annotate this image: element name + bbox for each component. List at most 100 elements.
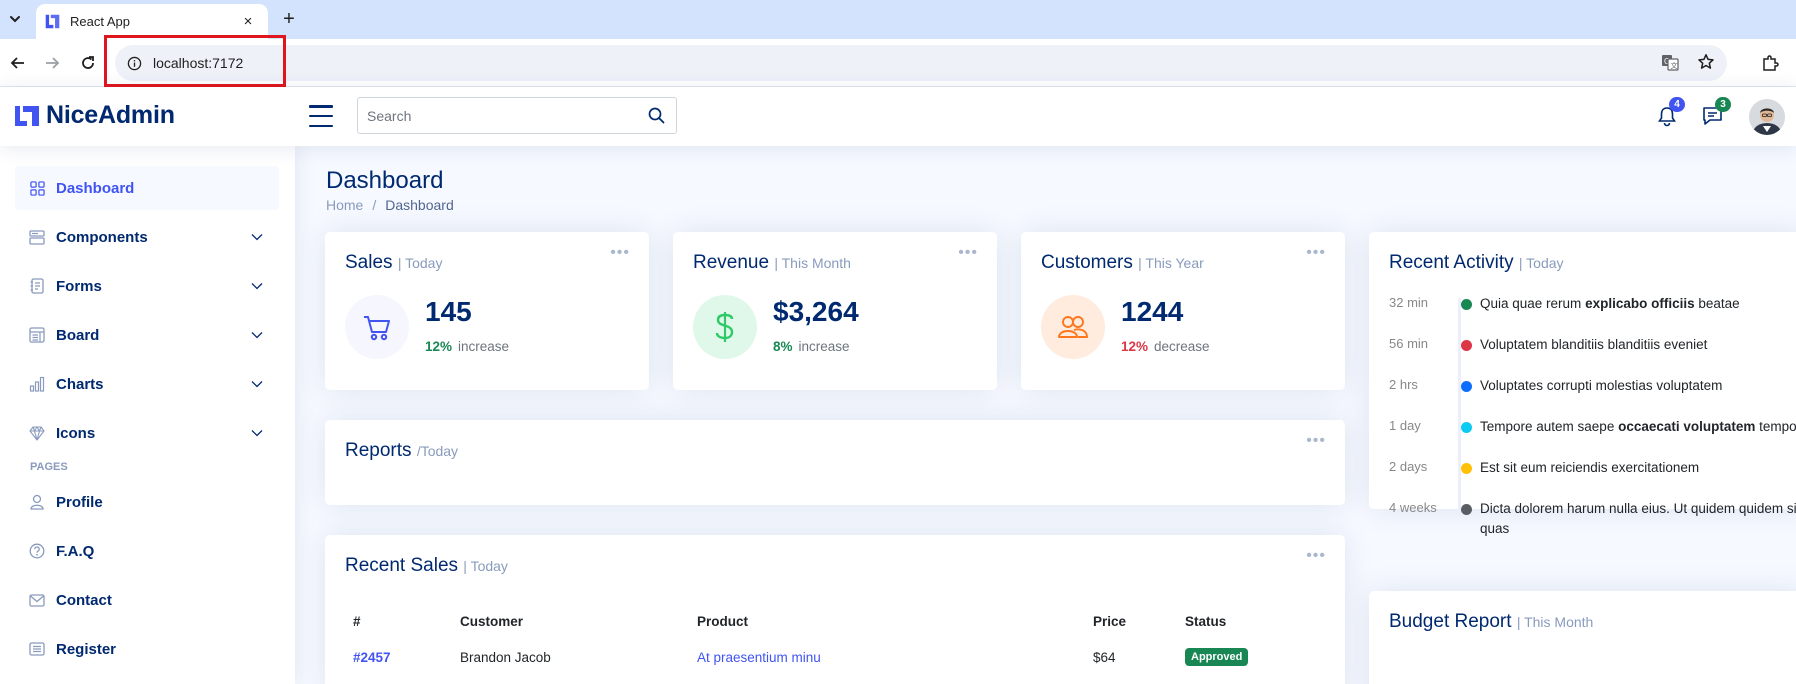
- sidebar-item-label: Board: [56, 326, 100, 344]
- table-row: #2457 Brandon Jacob At praesentium minu …: [345, 639, 1315, 675]
- customers-card: Customers | This Year ••• 1244 12% decrea…: [1021, 232, 1345, 390]
- forward-arrow-icon[interactable]: [38, 49, 66, 77]
- svg-text:文: 文: [1671, 61, 1678, 70]
- activity-text: Quia quae rerum explicabo officiis beata…: [1480, 296, 1740, 311]
- order-id-link[interactable]: #2457: [353, 650, 391, 665]
- sidebar-item-profile[interactable]: Profile: [15, 480, 279, 524]
- address-bar[interactable]: localhost:7172 G文: [115, 45, 1727, 81]
- activity-time: 2 hrs: [1389, 377, 1418, 392]
- activity-item: 32 min Quia quae rerum explicabo officii…: [1389, 294, 1796, 335]
- sidebar-item-icons[interactable]: Icons: [15, 411, 279, 455]
- customer-cell: Brandon Jacob: [460, 649, 551, 665]
- more-options-icon[interactable]: •••: [1306, 245, 1326, 261]
- sidebar-item-label: Dashboard: [56, 179, 135, 197]
- browser-tab[interactable]: React App ×: [36, 4, 268, 39]
- sidebar-item-faq[interactable]: F.A.Q: [15, 529, 279, 573]
- menu-button-icon: [29, 229, 45, 245]
- customers-stat: 12% decrease: [1121, 339, 1210, 354]
- card-title: Budget Report | This Month: [1389, 611, 1594, 632]
- breadcrumb-home[interactable]: Home: [326, 197, 363, 213]
- logo[interactable]: NiceAdmin: [14, 101, 175, 130]
- activity-text: Voluptatem blanditiis blanditiis eveniet: [1480, 337, 1708, 352]
- back-arrow-icon[interactable]: [4, 49, 32, 77]
- reload-icon[interactable]: [74, 49, 102, 77]
- search-icon[interactable]: [636, 107, 676, 124]
- activity-time: 1 day: [1389, 418, 1421, 433]
- reports-card: Reports /Today •••: [325, 420, 1345, 505]
- sidebar-item-label: F.A.Q: [56, 542, 95, 560]
- revenue-stat: 8% increase: [773, 339, 850, 354]
- activity-time: 4 weeks: [1389, 500, 1437, 515]
- toggle-sidebar-icon[interactable]: [309, 105, 333, 127]
- logo-text: NiceAdmin: [46, 101, 175, 129]
- customers-value: 1244: [1121, 296, 1184, 327]
- chevron-down-icon: [251, 381, 263, 388]
- browser-tab-strip: React App × +: [0, 0, 1796, 39]
- chevron-down-icon: [251, 332, 263, 339]
- gem-icon: [29, 425, 45, 441]
- column-header[interactable]: Status: [1177, 603, 1315, 639]
- activity-dot-icon: [1461, 422, 1472, 433]
- more-options-icon[interactable]: •••: [610, 245, 630, 261]
- table-header-row: # Customer Product Price Status: [345, 603, 1315, 639]
- card-title: Customers | This Year: [1041, 252, 1204, 273]
- activity-time: 2 days: [1389, 459, 1428, 474]
- chevron-down-icon: [251, 430, 263, 437]
- notifications-bell-icon[interactable]: 4: [1650, 97, 1685, 133]
- more-options-icon[interactable]: •••: [958, 245, 978, 261]
- messages-chat-icon[interactable]: 3: [1696, 97, 1731, 133]
- search-bar: [357, 97, 677, 134]
- activity-dot-icon: [1461, 340, 1472, 351]
- sidebar-item-dashboard[interactable]: Dashboard: [15, 166, 279, 210]
- chevron-down-icon: [251, 234, 263, 241]
- recent-sales-card: Recent Sales | Today ••• # Customer Prod…: [325, 535, 1345, 684]
- page-title: Dashboard: [326, 167, 444, 194]
- status-badge: Approved: [1185, 648, 1249, 666]
- sidebar-item-label: Charts: [56, 375, 104, 393]
- column-header[interactable]: Customer: [452, 603, 689, 639]
- revenue-card: Revenue | This Month ••• $3,264 8% increa…: [673, 232, 997, 390]
- activity-item: 4 weeks Dicta dolorem harum nulla eius. …: [1389, 499, 1796, 540]
- translate-icon[interactable]: G文: [1661, 53, 1679, 71]
- sidebar-item-label: Register: [56, 640, 117, 658]
- activity-list: 32 min Quia quae rerum explicabo officii…: [1389, 294, 1796, 540]
- sales-stat: 12% increase: [425, 339, 510, 354]
- revenue-value: $3,264: [773, 296, 859, 327]
- card-title: Recent Sales | Today: [345, 555, 508, 576]
- product-link[interactable]: At praesentium minu: [697, 650, 821, 665]
- sidebar-item-components[interactable]: Components: [15, 215, 279, 259]
- currency-dollar-icon: [693, 295, 757, 359]
- activity-item: 56 min Voluptatem blanditiis blanditiis …: [1389, 335, 1796, 376]
- activity-item: 2 days Est sit eum reiciendis exercitati…: [1389, 458, 1796, 499]
- search-input[interactable]: [358, 98, 636, 133]
- card-list-icon: [29, 641, 45, 657]
- journal-text-icon: [29, 278, 45, 294]
- avatar[interactable]: [1749, 99, 1785, 135]
- sidebar-item-forms[interactable]: Forms: [15, 264, 279, 308]
- sidebar-item-charts[interactable]: Charts: [15, 362, 279, 406]
- column-header[interactable]: Product: [689, 603, 1085, 639]
- activity-text: Voluptates corrupti molestias voluptatem: [1480, 378, 1723, 393]
- more-options-icon[interactable]: •••: [1306, 548, 1326, 564]
- tab-close-icon[interactable]: ×: [240, 13, 256, 30]
- new-tab-button[interactable]: +: [277, 7, 301, 31]
- sidebar-item-label: Components: [56, 228, 148, 246]
- extensions-puzzle-icon[interactable]: [1756, 49, 1784, 77]
- notifications-badge: 4: [1669, 97, 1685, 112]
- activity-dot-icon: [1461, 299, 1472, 310]
- niceadmin-favicon-icon: [45, 14, 60, 29]
- tab-search-chevron-icon[interactable]: [2, 5, 28, 33]
- sidebar-item-label: Profile: [56, 493, 103, 511]
- column-header[interactable]: Price: [1085, 603, 1177, 639]
- sidebar-item-board[interactable]: Board: [15, 313, 279, 357]
- bookmark-star-icon[interactable]: [1697, 53, 1715, 71]
- activity-dot-icon: [1461, 504, 1472, 515]
- sidebar-item-label: Contact: [56, 591, 112, 609]
- cart-icon: [345, 295, 409, 359]
- people-icon: [1041, 295, 1105, 359]
- bar-chart-icon: [29, 376, 45, 392]
- more-options-icon[interactable]: •••: [1306, 433, 1326, 449]
- sidebar-item-contact[interactable]: Contact: [15, 578, 279, 622]
- sidebar-item-register[interactable]: Register: [15, 627, 279, 671]
- column-header[interactable]: #: [345, 603, 452, 639]
